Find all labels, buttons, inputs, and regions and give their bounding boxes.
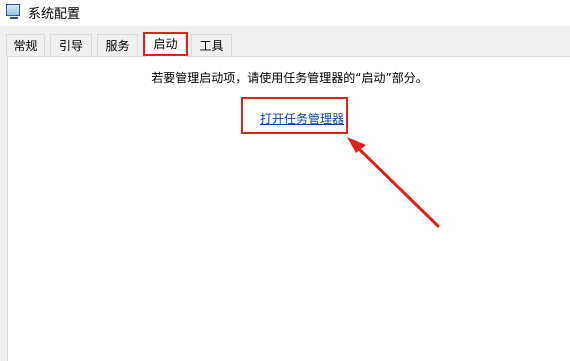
tab-boot[interactable]: 引导 [50,34,92,56]
tab-tools[interactable]: 工具 [191,34,232,56]
startup-tab-panel: 若要管理启动项，请使用任务管理器的“启动”部分。 打开任务管理器 [7,56,570,361]
system-config-window: 系统配置 常规 引导 服务 启动 工具 若要管理启动项，请使用任务管理器的“启动… [0,0,570,361]
title-bar: 系统配置 [0,0,570,26]
window-title: 系统配置 [28,7,81,22]
startup-info-text: 若要管理启动项，请使用任务管理器的“启动”部分。 [151,71,428,85]
tab-general[interactable]: 常规 [6,34,45,56]
tab-strip: 常规 引导 服务 启动 工具 [0,32,570,57]
tab-services[interactable]: 服务 [97,34,138,56]
tab-startup[interactable]: 启动 [145,32,186,57]
system-config-icon [6,4,20,19]
open-task-manager-link[interactable]: 打开任务管理器 [260,110,344,127]
